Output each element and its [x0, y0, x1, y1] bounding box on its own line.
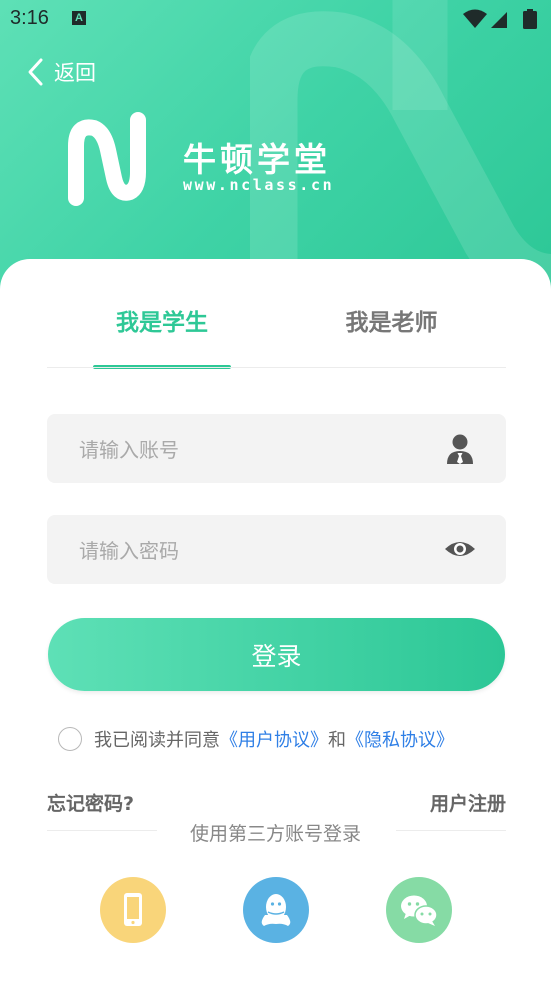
user-icon — [447, 434, 473, 464]
tab-student[interactable]: 我是学生 — [93, 303, 231, 353]
agreement-text: 我已阅读并同意《用户协议》和《隐私协议》 — [94, 726, 454, 752]
agreement-checkbox[interactable] — [58, 727, 82, 751]
brand-url: www.nclass.cn — [183, 176, 335, 194]
wifi-icon — [463, 9, 487, 28]
account-input[interactable] — [77, 414, 441, 485]
notification-icon: A — [72, 11, 86, 25]
agreement-row: 我已阅读并同意《用户协议》和《隐私协议》 — [58, 724, 454, 754]
agreement-prefix: 我已阅读并同意 — [94, 730, 220, 751]
phone-login-button[interactable] — [100, 877, 166, 943]
chevron-left-icon — [28, 58, 43, 86]
account-field — [47, 414, 506, 485]
wechat-login-button[interactable] — [386, 877, 452, 943]
nclass-logo-icon — [68, 112, 146, 206]
login-button[interactable]: 登录 — [48, 618, 505, 691]
phone-icon — [124, 893, 142, 926]
status-time: 3:16 — [10, 7, 49, 29]
back-label: 返回 — [54, 61, 96, 85]
third-party-label: 使用第三方账号登录 — [189, 823, 361, 845]
status-icons — [463, 9, 537, 29]
register-link[interactable]: 用户注册 — [430, 789, 506, 816]
user-agreement-link[interactable]: 《用户协议》 — [220, 730, 328, 751]
qq-icon — [261, 894, 291, 926]
tab-teacher[interactable]: 我是老师 — [300, 303, 483, 353]
wechat-icon — [401, 895, 438, 926]
header-banner: 3:16 A 返回 牛顿学堂 www.nclass.cn — [0, 0, 551, 300]
password-field — [47, 515, 506, 586]
password-input[interactable] — [77, 515, 441, 586]
signal-icon — [491, 12, 507, 28]
eye-icon[interactable] — [444, 533, 476, 565]
back-button[interactable]: 返回 — [26, 55, 96, 89]
tab-divider — [47, 367, 506, 368]
qq-login-button[interactable] — [243, 877, 309, 943]
agreement-conjunction: 和 — [328, 730, 346, 751]
privacy-agreement-link[interactable]: 《隐私协议》 — [346, 730, 454, 751]
brand-name: 牛顿学堂 — [183, 140, 331, 179]
status-bar: 3:16 A — [0, 0, 551, 38]
battery-icon — [523, 9, 537, 29]
forgot-password-link[interactable]: 忘记密码? — [47, 789, 134, 816]
